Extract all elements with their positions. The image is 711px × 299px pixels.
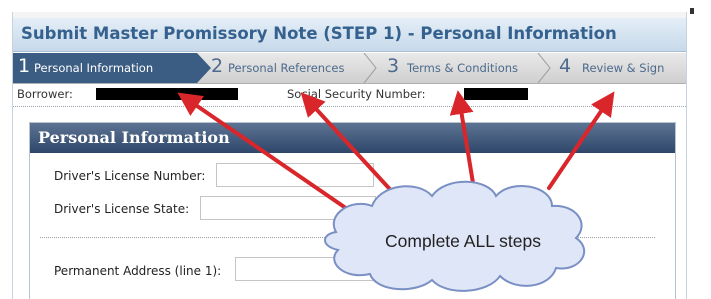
borrower-label: Borrower: bbox=[17, 87, 73, 101]
steps-navigation: 1 Personal Information 2 Personal Refere… bbox=[13, 52, 686, 84]
mpn-window: Submit Master Promissory Note (STEP 1) -… bbox=[12, 12, 687, 299]
address-line1-label: Permanent Address (line 1): bbox=[54, 264, 222, 278]
callout-text: Complete ALL steps bbox=[385, 231, 541, 251]
step-number: 2 bbox=[211, 55, 224, 77]
address-line1-input[interactable] bbox=[235, 257, 393, 281]
step-number: 3 bbox=[387, 55, 400, 77]
license-state-label: Driver's License State: bbox=[54, 202, 190, 216]
borrower-info-row: Borrower: Social Security Number: bbox=[13, 83, 686, 105]
ssn-label: Social Security Number: bbox=[287, 87, 426, 101]
borrower-name-redacted bbox=[96, 88, 238, 100]
step-1-personal-information[interactable]: 1 Personal Information bbox=[13, 53, 211, 83]
panel-title: Personal Information bbox=[38, 128, 230, 147]
panel-header: Personal Information bbox=[30, 123, 675, 153]
step-number: 1 bbox=[18, 55, 31, 77]
step-4-review-sign[interactable]: 4 Review & Sign bbox=[559, 53, 686, 83]
step-separator-icon bbox=[537, 53, 551, 83]
page-title: Submit Master Promissory Note (STEP 1) -… bbox=[21, 24, 617, 43]
step-2-personal-references[interactable]: 2 Personal References bbox=[211, 53, 371, 83]
scroll-marker bbox=[690, 8, 694, 14]
step-label: Personal Information bbox=[34, 61, 154, 75]
personal-information-panel: Personal Information Driver's License Nu… bbox=[29, 122, 676, 299]
step-number: 4 bbox=[559, 55, 572, 77]
step-label: Review & Sign bbox=[582, 61, 665, 75]
step-label: Personal References bbox=[228, 61, 345, 75]
ssn-redacted bbox=[464, 88, 528, 100]
title-bar: Submit Master Promissory Note (STEP 1) -… bbox=[13, 18, 686, 52]
license-number-label: Driver's License Number: bbox=[54, 169, 206, 183]
divider bbox=[13, 106, 686, 107]
step-separator-icon bbox=[363, 53, 377, 83]
step-label: Terms & Conditions bbox=[407, 61, 519, 75]
license-state-input[interactable] bbox=[200, 196, 376, 220]
field-separator bbox=[40, 237, 655, 238]
step-3-terms-conditions[interactable]: 3 Terms & Conditions bbox=[387, 53, 547, 83]
license-number-input[interactable] bbox=[216, 163, 374, 187]
